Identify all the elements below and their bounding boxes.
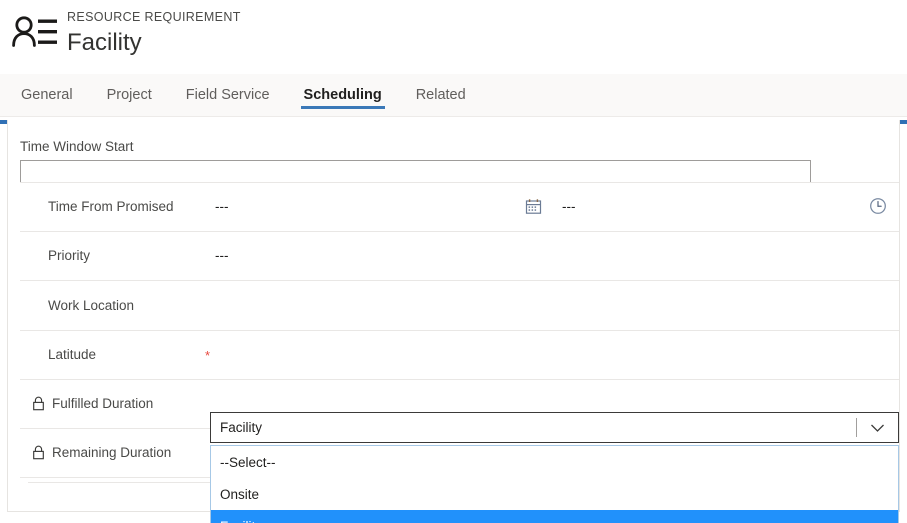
entity-name: RESOURCE REQUIREMENT [67,10,241,24]
fulfilled-duration-label: Fulfilled Duration [52,396,154,411]
priority-label: Priority [48,248,91,263]
remaining-duration-label: Remaining Duration [52,445,172,460]
divider [20,182,899,183]
tab-scheduling[interactable]: Scheduling [287,74,399,116]
field-time-window-start: Time Window Start [20,139,820,183]
field-latitude: Latitude * [20,332,899,380]
remaining-duration-label-group: Remaining Duration [32,445,171,460]
page-title: Facility [67,29,142,56]
latitude-required-marker: * [205,348,211,363]
calendar-icon[interactable] [525,198,542,220]
time-from-promised-label: Time From Promised [48,199,174,214]
clock-icon[interactable] [869,197,887,220]
tab-general[interactable]: General [4,74,90,116]
tab-bar: General Project Field Service Scheduling… [0,74,907,117]
combobox-separator [856,418,857,437]
priority-value[interactable]: --- [215,248,229,263]
chevron-down-icon[interactable] [868,423,887,433]
work-location-dropdown-list: --Select-- Onsite Facility Location Agno… [210,445,899,523]
header-text-block: RESOURCE REQUIREMENT Facility [67,6,241,58]
application-root: RESOURCE REQUIREMENT Facility General Pr… [0,0,907,523]
person-list-icon [9,10,61,62]
time-from-promised-time-value[interactable]: --- [562,199,576,214]
tab-field-service[interactable]: Field Service [169,74,287,116]
dropdown-option-facility[interactable]: Facility [211,510,898,523]
time-from-promised-date-value[interactable]: --- [215,199,229,214]
dropdown-option-onsite[interactable]: Onsite [211,478,898,510]
field-time-from-promised: Time From Promised --- --- [20,184,899,232]
field-work-location: Work Location [20,282,899,331]
tab-related[interactable]: Related [399,74,483,116]
work-location-selected-value: Facility [220,420,263,435]
field-priority: Priority --- [20,233,899,281]
latitude-label: Latitude [48,347,97,362]
fulfilled-duration-label-group: Fulfilled Duration [32,396,153,411]
time-window-start-input[interactable] [20,160,811,183]
lock-icon [32,396,45,411]
dropdown-option-select[interactable]: --Select-- [211,446,898,478]
work-location-label: Work Location [48,298,135,313]
time-window-start-label: Time Window Start [20,139,134,154]
tab-project[interactable]: Project [90,74,169,116]
scheduling-form: Time Window Start Time From Promised --- [7,120,900,523]
record-header: RESOURCE REQUIREMENT Facility [0,0,907,74]
lock-icon [32,445,45,460]
work-location-combobox[interactable]: Facility [210,412,899,443]
